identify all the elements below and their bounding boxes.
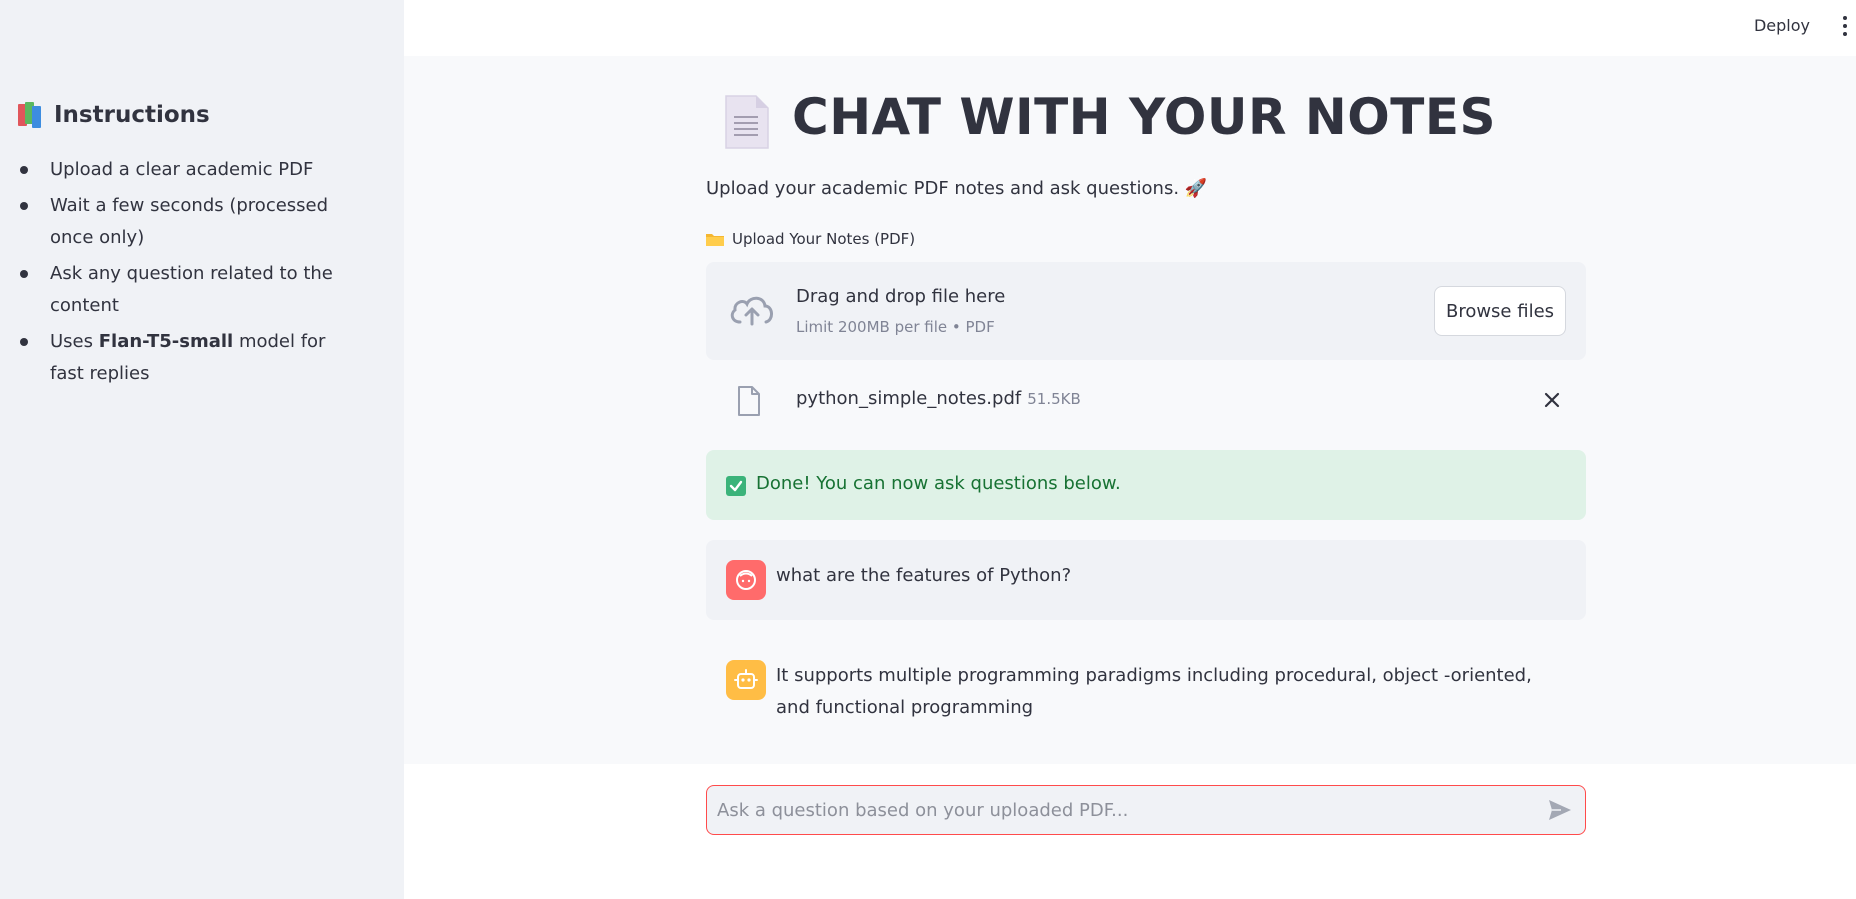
user-avatar-icon bbox=[726, 560, 766, 600]
instruction-text: Uses bbox=[50, 331, 99, 352]
instruction-text: Wait a few seconds (processed once only) bbox=[50, 195, 329, 248]
upload-label-text: Upload Your Notes (PDF) bbox=[732, 230, 916, 248]
file-name-text: python_simple_notes.pdf bbox=[796, 388, 1022, 409]
sidebar: Instructions Upload a clear academic PDF… bbox=[0, 0, 404, 899]
page-title: CHAT WITH YOUR NOTES bbox=[792, 88, 1497, 146]
bullet-icon bbox=[20, 338, 28, 346]
file-dropzone[interactable]: Drag and drop file here Limit 200MB per … bbox=[706, 262, 1586, 360]
uploaded-file: python_simple_notes.pdf 51.5KB bbox=[706, 376, 1586, 424]
dropzone-title: Drag and drop file here bbox=[796, 286, 1006, 307]
chat-message-assistant: It supports multiple programming paradig… bbox=[706, 640, 1586, 740]
bot-avatar-icon bbox=[726, 660, 766, 700]
kebab-menu-icon[interactable] bbox=[1840, 16, 1850, 36]
bullet-icon bbox=[20, 202, 28, 210]
send-icon[interactable] bbox=[1547, 798, 1573, 822]
dropzone-limit: Limit 200MB per file • PDF bbox=[796, 318, 995, 336]
books-icon bbox=[18, 102, 46, 128]
list-item: Uses Flan-T5-small model for fast replie… bbox=[18, 326, 358, 390]
assistant-message-text: It supports multiple programming paradig… bbox=[776, 665, 1532, 718]
file-name: python_simple_notes.pdf 51.5KB bbox=[796, 388, 1081, 409]
main-area: Deploy CHAT WITH YOUR NOTES Upload your … bbox=[404, 0, 1856, 899]
file-icon bbox=[738, 386, 760, 416]
chat-message-user: what are the features of Python? bbox=[706, 540, 1586, 620]
document-icon bbox=[725, 95, 769, 149]
instruction-text: Ask any question related to the content bbox=[50, 263, 333, 316]
list-item: Wait a few seconds (processed once only) bbox=[18, 190, 358, 254]
chat-input[interactable] bbox=[717, 792, 1517, 828]
cloud-upload-icon bbox=[730, 296, 773, 326]
page-subtitle: Upload your academic PDF notes and ask q… bbox=[706, 178, 1208, 199]
upload-label: Upload Your Notes (PDF) bbox=[706, 230, 915, 248]
model-name: Flan-T5-small bbox=[98, 331, 234, 352]
instruction-text: Upload a clear academic PDF bbox=[50, 159, 314, 180]
check-icon bbox=[726, 476, 746, 496]
user-message-text: what are the features of Python? bbox=[776, 565, 1072, 586]
bullet-icon bbox=[20, 270, 28, 278]
success-message: Done! You can now ask questions below. bbox=[756, 473, 1121, 494]
list-item: Upload a clear academic PDF bbox=[18, 154, 358, 186]
file-size: 51.5KB bbox=[1027, 390, 1081, 408]
folder-icon bbox=[706, 234, 724, 246]
deploy-button[interactable]: Deploy bbox=[1750, 14, 1814, 37]
success-alert: Done! You can now ask questions below. bbox=[706, 450, 1586, 520]
chat-input-box bbox=[706, 785, 1586, 835]
browse-files-button[interactable]: Browse files bbox=[1434, 286, 1566, 336]
bullet-icon bbox=[20, 166, 28, 174]
sidebar-title: Instructions bbox=[18, 102, 210, 128]
instructions-list: Upload a clear academic PDF Wait a few s… bbox=[18, 154, 358, 394]
list-item: Ask any question related to the content bbox=[18, 258, 358, 322]
close-icon[interactable] bbox=[1542, 390, 1562, 410]
sidebar-title-text: Instructions bbox=[54, 102, 210, 128]
